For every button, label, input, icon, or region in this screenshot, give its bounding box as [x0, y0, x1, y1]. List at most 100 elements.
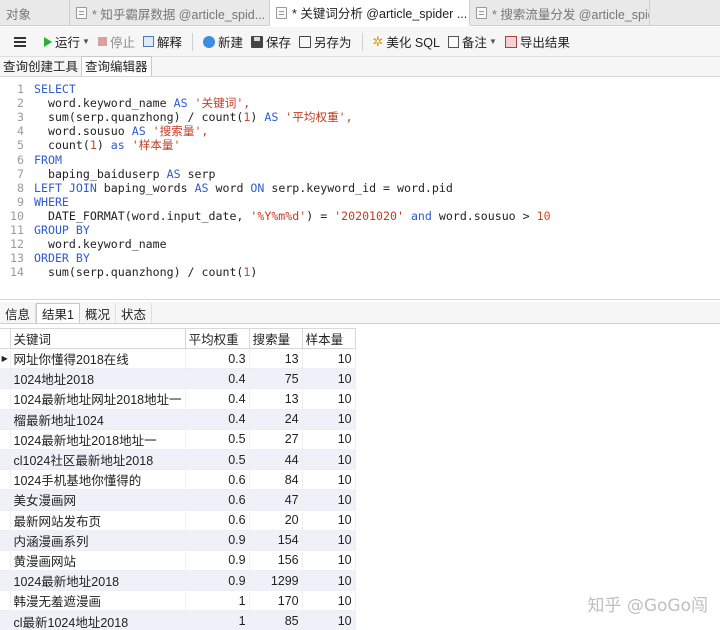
cell-keyword[interactable]: 1024最新地址网址2018地址一 — [9, 388, 186, 410]
cell-search-volume[interactable]: 20 — [248, 509, 303, 531]
cell-search-volume[interactable]: 13 — [248, 347, 303, 370]
cell-avg-weight[interactable]: 1 — [184, 610, 250, 630]
cell-keyword[interactable]: 1024最新地址2018地址一 — [9, 428, 186, 450]
cell-avg-weight[interactable]: 0.5 — [184, 448, 250, 471]
cell-sample-size[interactable]: 10 — [301, 570, 356, 592]
cell-sample-size[interactable]: 10 — [301, 529, 356, 551]
cell-avg-weight[interactable]: 0.9 — [184, 570, 250, 592]
table-row[interactable]: 1024最新地址2018 0.9 1299 10 — [0, 570, 356, 592]
cell-avg-weight[interactable]: 0.3 — [184, 347, 250, 370]
table-row[interactable]: 1024最新地址网址2018地址一 0.4 13 10 — [0, 388, 356, 410]
table-row[interactable]: 1024地址2018 0.4 75 10 — [0, 368, 356, 390]
cell-search-volume[interactable]: 156 — [248, 549, 303, 572]
cell-search-volume[interactable]: 13 — [248, 388, 303, 410]
code-token: ) — [250, 110, 265, 125]
cell-avg-weight[interactable]: 0.4 — [184, 368, 250, 390]
table-row[interactable]: 韩漫无羞遮漫画 1 170 10 — [0, 590, 356, 612]
tab-0[interactable]: 对象 — [0, 0, 70, 26]
cell-sample-size[interactable]: 10 — [301, 347, 356, 370]
cell-keyword[interactable]: 最新网站发布页 — [9, 509, 186, 531]
save-button[interactable]: 保存 — [247, 30, 295, 54]
row-marker — [0, 448, 11, 471]
table-row[interactable]: 1024手机基地你懂得的 0.6 84 10 — [0, 469, 356, 491]
note-button[interactable]: 备注 ▼ — [444, 30, 501, 54]
tab-status[interactable]: 状态 — [116, 303, 152, 323]
cell-avg-weight[interactable]: 0.6 — [184, 489, 250, 511]
table-row[interactable]: 内涵漫画系列 0.9 154 10 — [0, 529, 356, 551]
cell-keyword[interactable]: 韩漫无羞遮漫画 — [9, 590, 186, 612]
tab-3[interactable]: * 搜索流量分发 @article_spid... — [470, 0, 650, 26]
tab-profile[interactable]: 概况 — [80, 303, 116, 323]
cell-avg-weight[interactable]: 0.5 — [184, 428, 250, 450]
beautify-sql-button[interactable]: ✲ 美化 SQL — [369, 30, 444, 54]
tab-query-editor[interactable]: 查询编辑器 — [81, 56, 152, 76]
table-row[interactable]: ▶ 网址你懂得2018在线 0.3 13 10 — [0, 347, 356, 370]
cell-keyword[interactable]: 内涵漫画系列 — [9, 529, 186, 551]
cell-avg-weight[interactable]: 0.9 — [184, 529, 250, 551]
run-button[interactable]: 运行 ▼ — [40, 30, 94, 54]
cell-keyword[interactable]: cl最新1024地址2018 — [9, 610, 186, 630]
cell-keyword[interactable]: 美女漫画网 — [9, 489, 186, 511]
tab-2[interactable]: * 关键词分析 @article_spider ... — [270, 0, 470, 26]
cell-keyword[interactable]: 1024最新地址2018 — [9, 570, 186, 592]
cell-sample-size[interactable]: 10 — [301, 428, 356, 450]
cell-keyword[interactable]: 黄漫画网站 — [9, 549, 186, 572]
save-as-button[interactable]: 另存为 — [295, 30, 356, 54]
tab-result-1[interactable]: 结果1 — [36, 303, 80, 323]
cell-avg-weight[interactable]: 1 — [184, 590, 250, 612]
cell-avg-weight[interactable]: 0.9 — [184, 549, 250, 572]
tab-1[interactable]: * 知乎霸屏数据 @article_spid... — [70, 0, 270, 26]
cell-search-volume[interactable]: 85 — [248, 610, 303, 630]
cell-search-volume[interactable]: 44 — [248, 448, 303, 471]
cell-sample-size[interactable]: 10 — [301, 549, 356, 572]
cell-avg-weight[interactable]: 0.6 — [184, 469, 250, 491]
new-button[interactable]: 新建 — [199, 30, 247, 54]
cell-sample-size[interactable]: 10 — [301, 590, 356, 612]
cell-sample-size[interactable]: 10 — [301, 408, 356, 430]
table-row[interactable]: 1024最新地址2018地址一 0.5 27 10 — [0, 428, 356, 450]
stop-button[interactable]: 停止 — [94, 30, 139, 54]
cell-keyword[interactable]: 榴最新地址1024 — [9, 408, 186, 430]
cell-search-volume[interactable]: 154 — [248, 529, 303, 551]
cell-search-volume[interactable]: 84 — [248, 469, 303, 491]
cell-keyword[interactable]: 网址你懂得2018在线 — [9, 347, 186, 370]
column-header-avg-weight[interactable]: 平均权重 — [184, 328, 250, 349]
column-header-search-volume[interactable]: 搜索量 — [248, 328, 303, 349]
export-results-button[interactable]: 导出结果 — [501, 30, 574, 54]
cell-search-volume[interactable]: 27 — [248, 428, 303, 450]
cell-search-volume[interactable]: 75 — [248, 368, 303, 390]
cell-search-volume[interactable]: 1299 — [248, 570, 303, 592]
cell-sample-size[interactable]: 10 — [301, 368, 356, 390]
sql-editor[interactable]: 1 SELECT 2 word.keyword_name AS '关键词', 3 su… — [0, 78, 720, 300]
cell-search-volume[interactable]: 47 — [248, 489, 303, 511]
table-row[interactable]: 美女漫画网 0.6 47 10 — [0, 489, 356, 511]
cell-sample-size[interactable]: 10 — [301, 610, 356, 630]
table-row[interactable]: 黄漫画网站 0.9 156 10 — [0, 549, 356, 572]
cell-search-volume[interactable]: 24 — [248, 408, 303, 430]
cell-sample-size[interactable]: 10 — [301, 469, 356, 491]
note-dropdown-icon[interactable]: ▼ — [489, 37, 497, 46]
explain-button[interactable]: 解释 — [139, 30, 186, 54]
table-row[interactable]: cl1024社区最新地址2018 0.5 44 10 — [0, 448, 356, 471]
run-dropdown-icon[interactable]: ▼ — [82, 37, 90, 46]
column-header-keyword[interactable]: 关键词 — [9, 328, 186, 349]
result-grid[interactable]: 关键词 平均权重 搜索量 样本量 ▶ 网址你懂得2018在线 0.3 13 10 1024… — [0, 325, 720, 630]
cell-sample-size[interactable]: 10 — [301, 489, 356, 511]
cell-keyword[interactable]: 1024地址2018 — [9, 368, 186, 390]
cell-search-volume[interactable]: 170 — [248, 590, 303, 612]
column-header-sample-size[interactable]: 样本量 — [301, 328, 356, 349]
tab-info[interactable]: 信息 — [0, 303, 37, 323]
cell-sample-size[interactable]: 10 — [301, 509, 356, 531]
table-row[interactable]: 最新网站发布页 0.6 20 10 — [0, 509, 356, 531]
cell-avg-weight[interactable]: 0.4 — [184, 408, 250, 430]
tab-query-builder[interactable]: 查询创建工具 — [0, 56, 81, 76]
cell-keyword[interactable]: 1024手机基地你懂得的 — [9, 469, 186, 491]
cell-keyword[interactable]: cl1024社区最新地址2018 — [9, 448, 186, 471]
cell-sample-size[interactable]: 10 — [301, 388, 356, 410]
cell-avg-weight[interactable]: 0.4 — [184, 388, 250, 410]
cell-avg-weight[interactable]: 0.6 — [184, 509, 250, 531]
table-row[interactable]: 榴最新地址1024 0.4 24 10 — [0, 408, 356, 430]
cell-sample-size[interactable]: 10 — [301, 448, 356, 471]
menu-button[interactable] — [0, 27, 40, 57]
table-row[interactable]: cl最新1024地址2018 1 85 10 — [0, 610, 356, 630]
